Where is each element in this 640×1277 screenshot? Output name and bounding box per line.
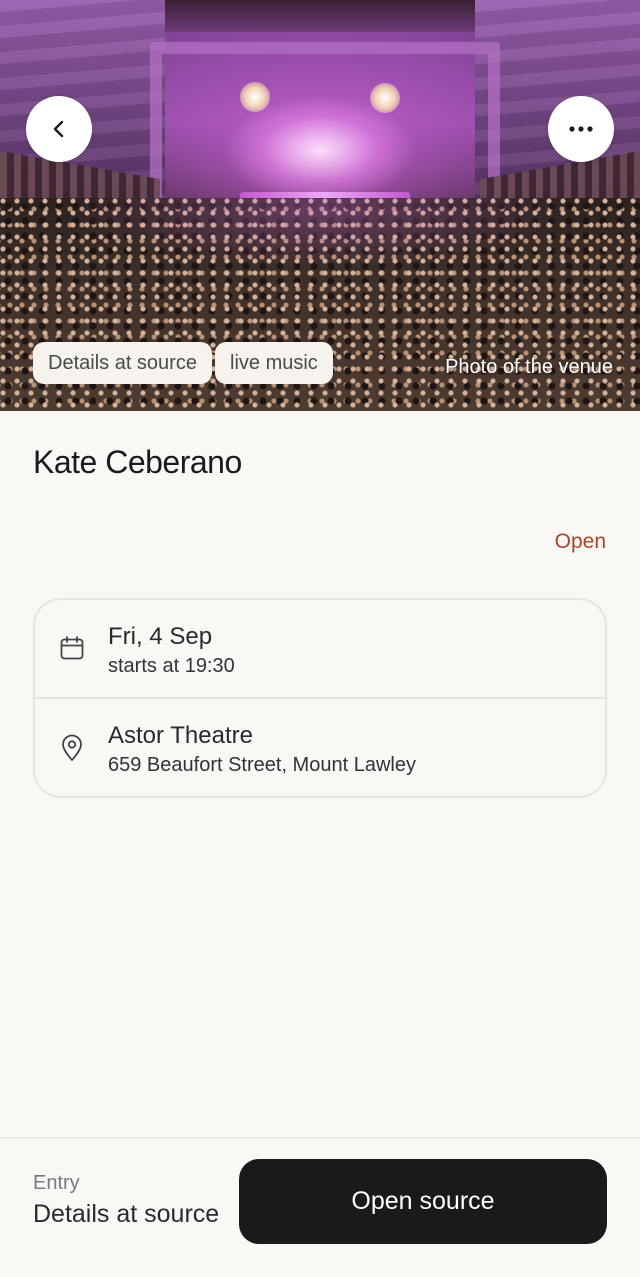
venue-address: 659 Beaufort Street, Mount Lawley [108,754,416,776]
more-horizontal-icon [569,126,593,132]
stage-light [240,82,270,112]
venue-name: Astor Theatre [108,722,253,749]
date-row[interactable]: Fri, 4 Sep starts at 19:30 [35,600,605,699]
chevron-left-icon [53,120,64,138]
entry-label: Entry [33,1172,80,1194]
tag-chip[interactable]: live music [215,342,333,384]
event-time: starts at 19:30 [108,655,235,677]
stage-light [370,83,400,113]
calendar-icon [60,636,84,660]
venue-row[interactable]: Astor Theatre 659 Beaufort Street, Mount… [35,699,605,796]
entry-value: Details at source [33,1200,220,1228]
back-button[interactable] [26,96,92,162]
more-options-button[interactable] [548,96,614,162]
map-pin-icon [62,734,82,761]
event-details-card: Fri, 4 Sep starts at 19:30 Astor Theatre… [33,598,607,798]
event-title: Kate Ceberano [33,444,242,480]
photo-caption: Photo of the venue [445,356,613,378]
event-date: Fri, 4 Sep [108,623,213,650]
tag-chip[interactable]: Details at source [33,342,212,384]
open-source-button[interactable]: Open source [239,1159,607,1244]
status-badge: Open [554,530,606,553]
bottom-bar: Entry Details at source Open source [0,1137,640,1277]
